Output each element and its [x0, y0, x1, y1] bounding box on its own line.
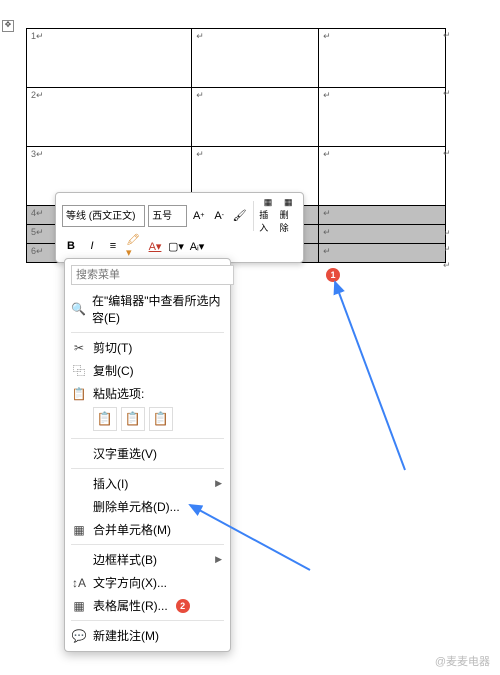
- font-color-button[interactable]: A▾: [146, 237, 164, 255]
- menu-text-direction[interactable]: ↕A文字方向(X)...: [65, 571, 230, 594]
- menu-copy[interactable]: ⿻复制(C): [65, 359, 230, 382]
- comment-icon: 💬: [71, 629, 87, 643]
- paste-icon: 📋: [71, 387, 87, 401]
- menu-paste-options-label: 📋粘贴选项:: [65, 382, 230, 405]
- lookup-icon: 🔍: [71, 302, 86, 316]
- text-direction-icon: ↕A: [71, 576, 87, 590]
- menu-table-properties[interactable]: ▦表格属性(R)...2: [65, 594, 230, 617]
- insert-button[interactable]: ▦ 插入: [259, 197, 276, 234]
- chevron-right-icon: ▶: [215, 478, 222, 489]
- mini-toolbar: 等线 (西文正文) 五号 A+ A- 🖌 ▦ 插入 ▦ 删除 B I ≡ 🖍▾ …: [55, 192, 304, 263]
- menu-border-styles[interactable]: 边框样式(B)▶: [65, 548, 230, 571]
- paste-option-3[interactable]: 📋: [149, 407, 173, 431]
- scissors-icon: ✂: [71, 341, 87, 355]
- align-button[interactable]: ≡: [104, 237, 122, 255]
- style-button[interactable]: Aᵢ▾: [188, 237, 206, 255]
- menu-new-comment[interactable]: 💬新建批注(M): [65, 624, 230, 647]
- border-button[interactable]: ▢▾: [167, 237, 185, 255]
- increase-font-button[interactable]: A+: [190, 207, 207, 225]
- format-painter-button[interactable]: 🖌: [231, 207, 248, 225]
- callout-badge-2: 2: [176, 599, 190, 613]
- menu-editor-lookup[interactable]: 🔍在"编辑器"中查看所选内容(E): [65, 289, 230, 329]
- decrease-font-button[interactable]: A-: [210, 207, 227, 225]
- context-menu: 🔍在"编辑器"中查看所选内容(E) ✂剪切(T) ⿻复制(C) 📋粘贴选项: 📋…: [64, 258, 231, 652]
- menu-insert[interactable]: 插入(I)▶: [65, 472, 230, 495]
- merge-icon: ▦: [71, 523, 87, 537]
- table-properties-icon: ▦: [71, 599, 87, 613]
- table-row[interactable]: 2↵↵↵: [27, 88, 446, 147]
- menu-merge-cells[interactable]: ▦合并单元格(M): [65, 518, 230, 541]
- font-size-selector[interactable]: 五号: [148, 205, 187, 227]
- table-insert-icon: ▦: [264, 197, 273, 208]
- watermark: @麦麦电器: [435, 653, 490, 669]
- paste-options-row: 📋 📋 📋: [65, 405, 230, 435]
- menu-chinese-reselect[interactable]: 汉字重选(V): [65, 442, 230, 465]
- bold-button[interactable]: B: [62, 237, 80, 255]
- font-selector[interactable]: 等线 (西文正文): [62, 205, 145, 227]
- copy-icon: ⿻: [71, 362, 87, 379]
- menu-cut[interactable]: ✂剪切(T): [65, 336, 230, 359]
- table-delete-icon: ▦: [284, 197, 293, 208]
- paste-option-2[interactable]: 📋: [121, 407, 145, 431]
- table-move-handle[interactable]: ✥: [2, 20, 14, 32]
- highlight-button[interactable]: 🖍▾: [125, 237, 143, 255]
- delete-button[interactable]: ▦ 删除: [280, 197, 297, 234]
- menu-search-input[interactable]: [71, 265, 234, 285]
- callout-badge-1: 1: [326, 268, 340, 282]
- italic-button[interactable]: I: [83, 237, 101, 255]
- paste-option-1[interactable]: 📋: [93, 407, 117, 431]
- chevron-right-icon: ▶: [215, 554, 222, 565]
- menu-delete-cells[interactable]: 删除单元格(D)...: [65, 495, 230, 518]
- table-row[interactable]: 1↵↵↵: [27, 29, 446, 88]
